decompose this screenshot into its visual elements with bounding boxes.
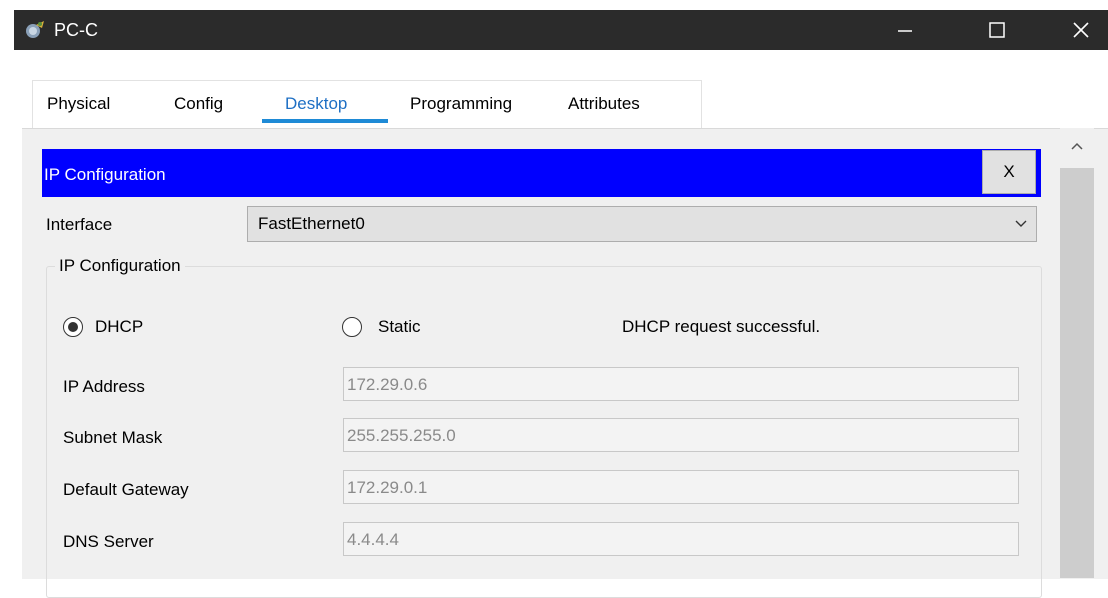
tab-programming[interactable]: Programming bbox=[410, 94, 512, 114]
ip-address-field[interactable]: 172.29.0.6 bbox=[343, 367, 1019, 401]
chevron-down-icon bbox=[1015, 220, 1027, 227]
ip-address-label: IP Address bbox=[63, 377, 145, 396]
maximize-button[interactable] bbox=[974, 10, 1020, 50]
tab-config[interactable]: Config bbox=[174, 94, 223, 114]
scrollbar-thumb[interactable] bbox=[1060, 168, 1094, 578]
scroll-up-button[interactable] bbox=[1060, 134, 1094, 158]
dhcp-label: DHCP bbox=[95, 317, 144, 336]
dns-server-field[interactable]: 4.4.4.4 bbox=[343, 522, 1019, 556]
tab-desktop[interactable]: Desktop bbox=[285, 94, 347, 114]
tab-attributes[interactable]: Attributes bbox=[568, 94, 640, 114]
close-window-button[interactable] bbox=[1058, 10, 1104, 50]
minimize-button[interactable] bbox=[882, 10, 928, 50]
maximize-icon bbox=[989, 22, 1005, 38]
packet-tracer-pc-icon bbox=[24, 19, 46, 39]
minimize-icon bbox=[898, 30, 912, 32]
close-icon bbox=[1073, 22, 1089, 38]
interface-label: Interface bbox=[46, 215, 113, 234]
subnet-mask-field[interactable]: 255.255.255.0 bbox=[343, 418, 1019, 452]
default-gateway-field[interactable]: 172.29.0.1 bbox=[343, 470, 1019, 504]
active-tab-indicator bbox=[262, 119, 388, 123]
close-ip-config-button[interactable]: X bbox=[982, 150, 1036, 194]
ip-config-title: IP Configuration bbox=[44, 165, 166, 184]
interface-value: FastEthernet0 bbox=[258, 214, 365, 233]
dhcp-radio[interactable] bbox=[63, 317, 83, 337]
window-titlebar: PC-C bbox=[14, 10, 1108, 50]
window-title: PC-C bbox=[54, 20, 98, 40]
dns-server-label: DNS Server bbox=[63, 532, 154, 551]
ip-config-group-label: IP Configuration bbox=[55, 256, 185, 276]
dhcp-status: DHCP request successful. bbox=[622, 317, 821, 336]
static-radio[interactable] bbox=[342, 317, 362, 337]
default-gateway-label: Default Gateway bbox=[63, 480, 189, 499]
static-label: Static bbox=[378, 317, 421, 336]
interface-select[interactable]: FastEthernet0 bbox=[247, 206, 1037, 242]
chevron-up-icon bbox=[1071, 142, 1083, 150]
ip-config-header: IP Configuration bbox=[42, 149, 1041, 197]
subnet-mask-label: Subnet Mask bbox=[63, 428, 163, 447]
tab-physical[interactable]: Physical bbox=[47, 94, 110, 114]
